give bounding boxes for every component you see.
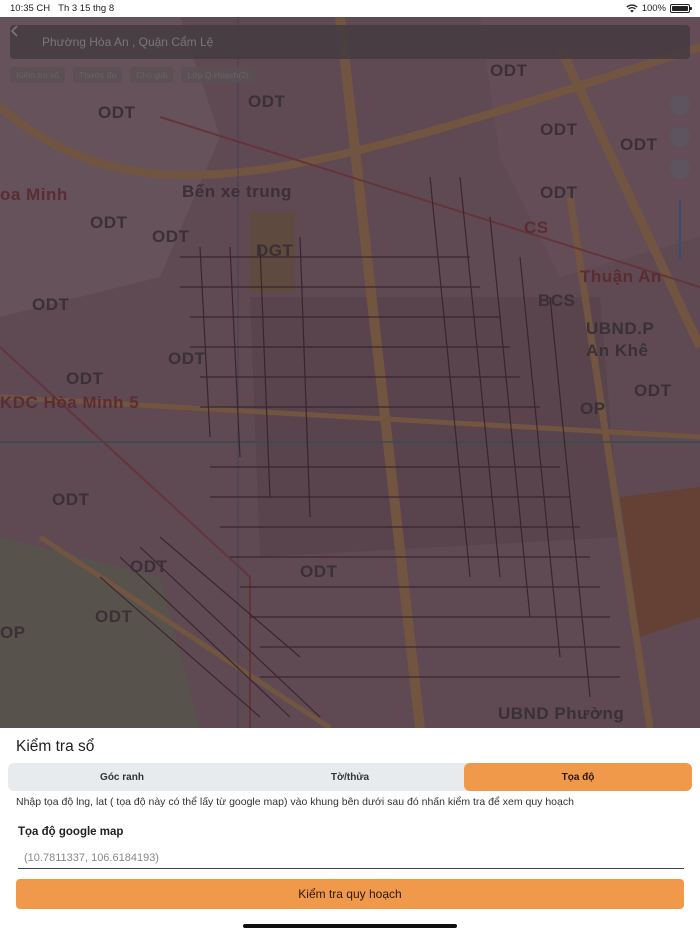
map-label: ODT [248, 92, 286, 111]
home-indicator [243, 924, 457, 928]
map-label: ODT [130, 557, 168, 576]
status-bar: 10:35 CH Th 3 15 thg 8 100% [0, 0, 700, 17]
sheet-title: Kiểm tra sổ [16, 738, 95, 755]
chip-ruler[interactable]: Thước đo [73, 67, 123, 83]
tab-coordinates[interactable]: Tọa độ [464, 763, 692, 791]
map-side-tools [668, 95, 692, 259]
map-label: Bến xe trung [182, 182, 292, 201]
zoom-slider[interactable] [679, 199, 681, 259]
compass-icon[interactable] [670, 127, 690, 147]
map-label: ODT [300, 562, 338, 581]
map-label: ODT [52, 490, 90, 509]
map-label: oa Minh [0, 185, 68, 204]
status-date: Th 3 15 thg 8 [58, 3, 115, 14]
back-arrow-icon[interactable] [10, 25, 34, 49]
map-label: ODT [66, 369, 104, 388]
map-label: ODT [168, 349, 206, 368]
chip-planning-layers[interactable]: Lớp Q.Hoạch(2) [181, 67, 255, 83]
check-book-sheet: Kiểm tra sổ Góc ranh Tờ/thửa Tọa độ Nhập… [0, 728, 700, 934]
map-label: ODT [98, 103, 136, 122]
map-label: UBND.P [586, 319, 655, 338]
map-label: DGT [256, 241, 294, 260]
map-label: ODT [540, 183, 578, 202]
chip-check-book[interactable]: Kiểm tra sổ [10, 67, 65, 83]
tab-sheet-parcel[interactable]: Tờ/thửa [236, 763, 464, 791]
map-label: OP [0, 623, 26, 642]
coordinates-input[interactable] [18, 847, 684, 869]
map-label: ODT [32, 295, 70, 314]
map-label: ODT [634, 381, 672, 400]
locate-icon[interactable] [670, 159, 690, 179]
tab-corner-boundary[interactable]: Góc ranh [8, 763, 236, 791]
map-label: OP [580, 399, 606, 418]
chip-legend[interactable]: Chú giải [130, 67, 174, 83]
map-label: KDC Hòa Minh 5 [0, 393, 140, 412]
map-location-title: Phường Hòa An , Quận Cẩm Lệ [42, 35, 214, 49]
battery-percent: 100% [641, 3, 666, 14]
map-label: Thuận An [580, 267, 662, 286]
map-label: UBND Phường [498, 704, 625, 723]
map-label: ODT [540, 120, 578, 139]
map-header-bar: Phường Hòa An , Quận Cẩm Lệ [10, 25, 690, 59]
map-label: ODT [90, 213, 128, 232]
map-label: ODT [152, 227, 190, 246]
map-label: ODT [95, 607, 133, 626]
map-label: An Khê [586, 341, 649, 360]
status-time: 10:35 CH [10, 3, 51, 14]
map-label: ODT [620, 135, 658, 154]
check-planning-button[interactable]: Kiểm tra quy hoạch [16, 879, 684, 909]
status-right: 100% [626, 3, 692, 14]
map-label: CS [524, 218, 549, 237]
layers-icon[interactable] [670, 95, 690, 115]
wifi-icon [626, 4, 638, 13]
coordinates-field-label: Tọa độ google map [18, 826, 124, 838]
map-label: BCS [538, 291, 576, 310]
instruction-text: Nhập tọa độ lng, lat ( tọa độ này có thể… [16, 796, 574, 808]
map-toolbar-chips: Kiểm tra sổ Thước đo Chú giải Lớp Q.Hoạc… [10, 67, 255, 83]
map-label: ODT [490, 61, 528, 80]
map-view[interactable]: ODT ODT ODT ODT ODT ODT ODT ODT ODT ODT … [0, 17, 700, 728]
method-segmented-control: Góc ranh Tờ/thửa Tọa độ [8, 763, 692, 791]
battery-icon [670, 4, 692, 13]
